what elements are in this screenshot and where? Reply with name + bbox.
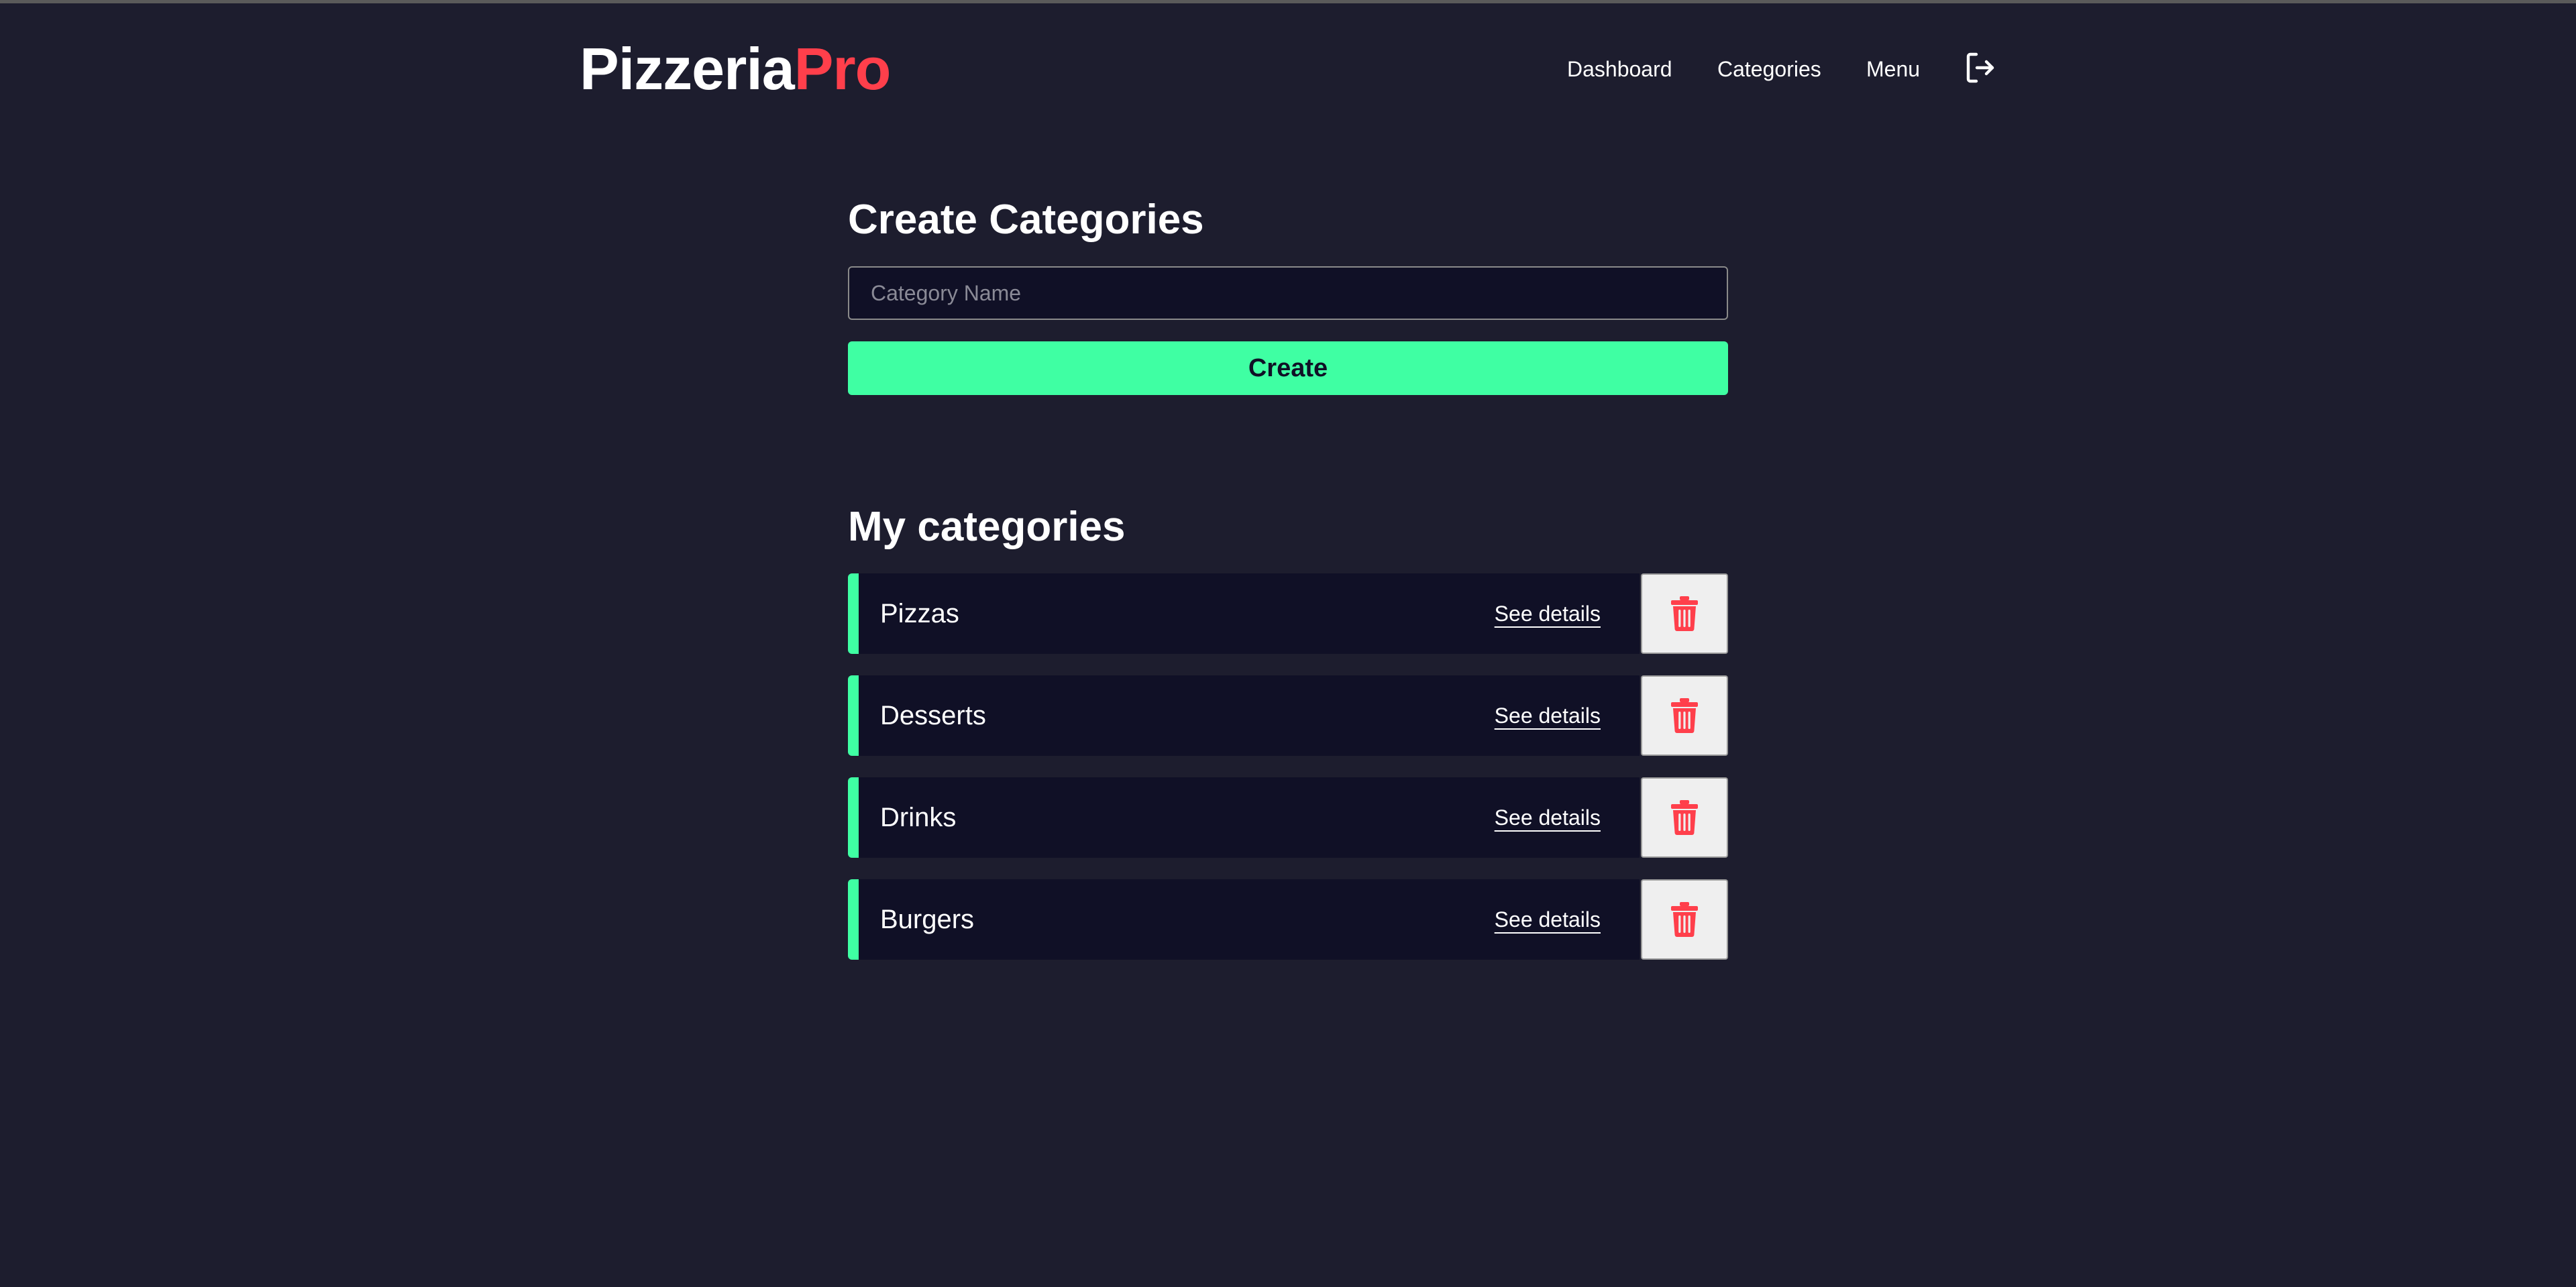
category-name: Desserts bbox=[880, 701, 986, 730]
nav-categories-link[interactable]: Categories bbox=[1717, 52, 1821, 87]
category-item: Desserts See details bbox=[848, 675, 1640, 756]
category-item: Drinks See details bbox=[848, 777, 1640, 858]
category-row: Burgers See details bbox=[848, 879, 1728, 960]
category-name: Drinks bbox=[880, 803, 957, 832]
my-categories-title: My categories bbox=[848, 504, 1126, 550]
brand-name: Pizzeria bbox=[580, 36, 795, 102]
logout-icon bbox=[1966, 52, 1994, 83]
category-row: Pizzas See details bbox=[848, 573, 1728, 654]
create-categories-title: Create Categories bbox=[848, 197, 1204, 243]
delete-category-button[interactable] bbox=[1641, 879, 1728, 960]
delete-category-button[interactable] bbox=[1641, 573, 1728, 654]
delete-category-button[interactable] bbox=[1641, 777, 1728, 858]
trash-icon bbox=[1671, 698, 1698, 733]
category-row: Drinks See details bbox=[848, 777, 1728, 858]
nav-dashboard-link[interactable]: Dashboard bbox=[1567, 52, 1672, 87]
category-item: Burgers See details bbox=[848, 879, 1640, 960]
category-name: Pizzas bbox=[880, 599, 959, 628]
create-button[interactable]: Create bbox=[848, 341, 1728, 395]
trash-icon bbox=[1671, 800, 1698, 835]
category-name: Burgers bbox=[880, 905, 975, 934]
brand-accent: Pro bbox=[794, 36, 892, 102]
see-details-link[interactable]: See details bbox=[1495, 879, 1601, 960]
nav-menu-link[interactable]: Menu bbox=[1866, 52, 1920, 87]
top-header: PizzeriaPro Dashboard Categories Menu bbox=[0, 3, 2576, 131]
delete-category-button[interactable] bbox=[1641, 675, 1728, 756]
brand-logo[interactable]: PizzeriaPro bbox=[580, 36, 892, 103]
category-name-input[interactable] bbox=[848, 266, 1728, 320]
category-item: Pizzas See details bbox=[848, 573, 1640, 654]
see-details-link[interactable]: See details bbox=[1495, 675, 1601, 756]
see-details-link[interactable]: See details bbox=[1495, 777, 1601, 858]
trash-icon bbox=[1671, 596, 1698, 631]
logout-button[interactable] bbox=[1964, 50, 1996, 85]
category-row: Desserts See details bbox=[848, 675, 1728, 756]
see-details-link[interactable]: See details bbox=[1495, 573, 1601, 654]
trash-icon bbox=[1671, 902, 1698, 937]
